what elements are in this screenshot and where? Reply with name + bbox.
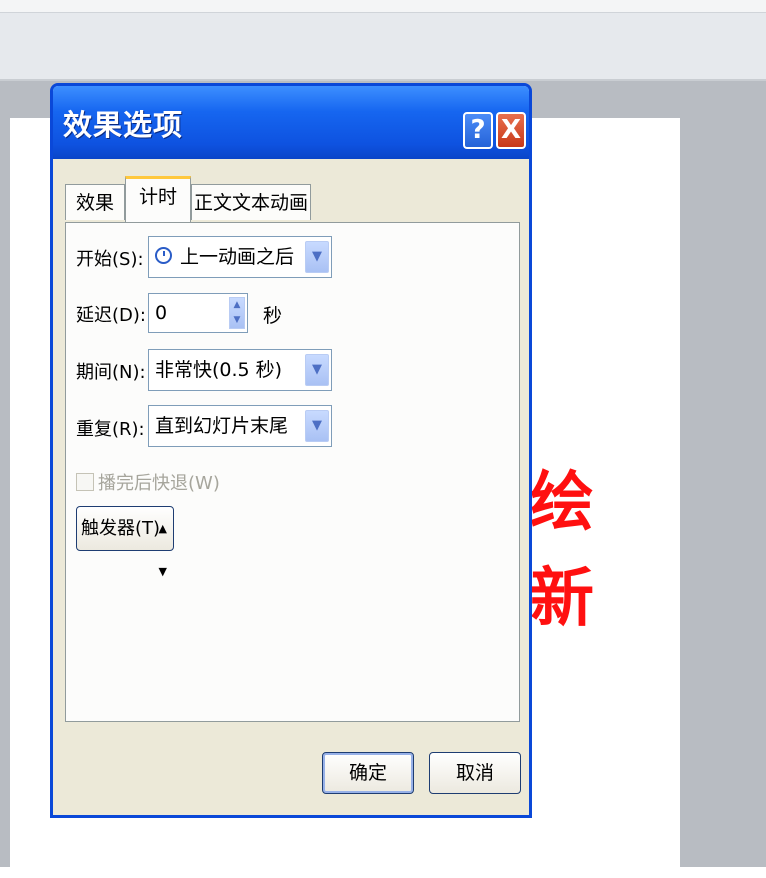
chevron-down-icon[interactable]: ▼ bbox=[305, 241, 329, 273]
top-bar bbox=[0, 0, 766, 13]
spin-arrows-icon[interactable]: ▲ ▼ bbox=[229, 297, 245, 329]
timing-panel: 开始(S): 上一动画之后 ▼ 延迟(D): 0 ▲ ▼ 秒 期间(N): 非常快… bbox=[65, 222, 520, 722]
repeat-select[interactable]: 直到幻灯片末尾 ▼ bbox=[148, 405, 332, 447]
help-button[interactable]: ? bbox=[463, 112, 493, 149]
slide-text-char-2: 新 bbox=[530, 561, 594, 636]
tab-timing[interactable]: 计时 bbox=[125, 176, 191, 222]
rewind-checkbox-row: 播完后快退(W) bbox=[76, 469, 220, 495]
start-value: 上一动画之后 bbox=[180, 246, 295, 268]
close-button[interactable]: X bbox=[496, 112, 526, 149]
trigger-label: 触发器(T) bbox=[81, 518, 161, 539]
delay-label: 延迟(D): bbox=[76, 305, 146, 326]
effect-options-dialog: 效果选项 ? X 效果 计时 正文文本动画 开始(S): 上一动画之后 ▼ 延迟… bbox=[50, 83, 532, 818]
duration-label: 期间(N): bbox=[76, 362, 146, 383]
slide-text[interactable]: 绘 新 bbox=[530, 455, 594, 665]
rewind-checkbox[interactable] bbox=[76, 473, 94, 491]
dialog-title: 效果选项 bbox=[63, 108, 184, 142]
duration-value: 非常快(0.5 秒) bbox=[155, 359, 283, 381]
ribbon bbox=[0, 13, 766, 81]
tab-effect[interactable]: 效果 bbox=[65, 184, 125, 220]
dialog-titlebar[interactable]: 效果选项 ? X bbox=[53, 86, 529, 159]
delay-value: 0 bbox=[155, 302, 168, 324]
clock-icon bbox=[155, 247, 172, 264]
rewind-label: 播完后快退(W) bbox=[98, 473, 220, 494]
slide-text-char-1: 绘 bbox=[530, 465, 594, 540]
start-select[interactable]: 上一动画之后 ▼ bbox=[148, 236, 332, 278]
delay-unit: 秒 bbox=[263, 305, 283, 327]
repeat-value: 直到幻灯片末尾 bbox=[155, 415, 289, 437]
chevron-down-icon[interactable]: ▼ bbox=[305, 410, 329, 442]
start-label: 开始(S): bbox=[76, 249, 144, 270]
chevron-down-icon[interactable]: ▼ bbox=[305, 354, 329, 386]
dropdown-icon: ▲ ▼ bbox=[158, 522, 167, 578]
tab-text-animation[interactable]: 正文文本动画 bbox=[191, 184, 311, 220]
ok-button[interactable]: 确定 bbox=[322, 752, 414, 794]
delay-stepper[interactable]: 0 ▲ ▼ bbox=[148, 293, 248, 333]
repeat-label: 重复(R): bbox=[76, 419, 145, 440]
trigger-button[interactable]: 触发器(T) ▲ ▼ bbox=[76, 506, 174, 578]
duration-select[interactable]: 非常快(0.5 秒) ▼ bbox=[148, 349, 332, 391]
cancel-button[interactable]: 取消 bbox=[429, 752, 521, 794]
